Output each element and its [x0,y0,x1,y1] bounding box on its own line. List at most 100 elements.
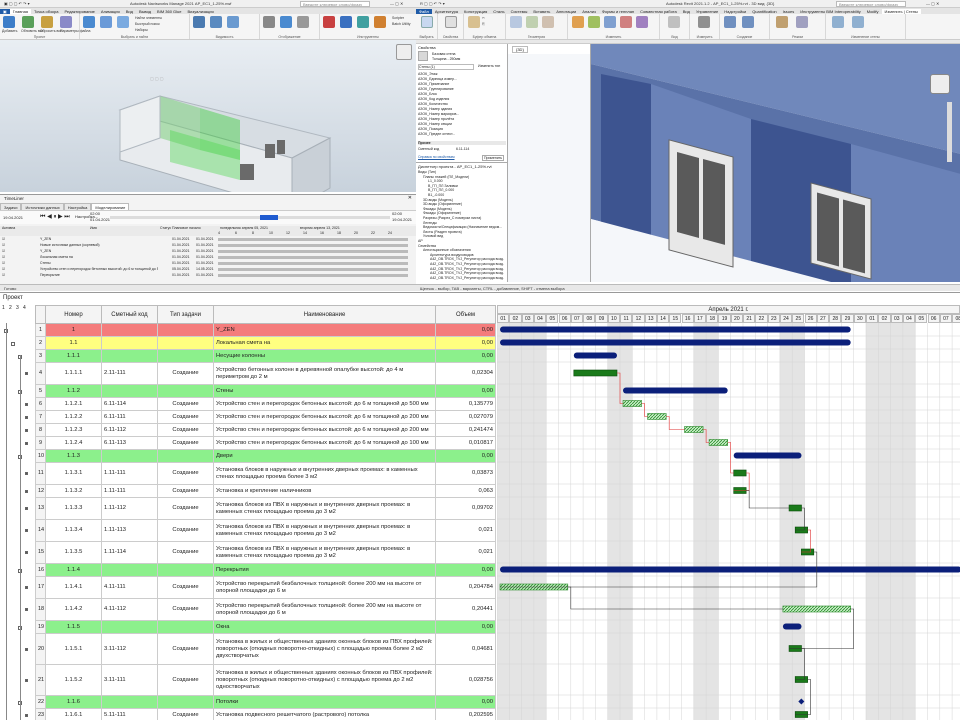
task-number[interactable]: 1.1 [45,336,102,350]
browser-item[interactable]: В_ГП_ПЛ_0.000 [428,188,454,192]
instance-filter-select[interactable]: Стены (1) [418,64,474,70]
viewcube-icon[interactable] [396,44,412,60]
revit-tab-collaborate[interactable]: Совместная работа [637,9,680,14]
task-code[interactable] [101,336,158,350]
revit-tab-modify[interactable]: Modify [864,9,882,14]
task-row[interactable]: 3 1.1.1 Несущие колонны 0,00 [35,349,496,363]
task-volume[interactable]: 0,00 [435,563,496,577]
revit-tab-insert[interactable]: Вставить [530,9,553,14]
task-volume[interactable]: 0,00 [435,349,496,363]
task-row[interactable]: 7 1.1.2.2 6.11-111 Создание Устройство стен … [35,410,496,424]
task-row[interactable]: 23 1.1.6.1 5.11-111 Создание Установка подве… [35,708,496,720]
task-row[interactable]: 14 1.1.3.4 1.11-113 Создание Установка блоко… [35,519,496,542]
task-name[interactable]: Локальная смета на [213,336,436,350]
task-number[interactable]: 1.1.5 [45,620,102,634]
properties-help-link[interactable]: Справка по свойствам [418,155,455,159]
task-volume[interactable]: 0,20441 [435,598,496,621]
revit-tab-massing[interactable]: Формы и генплан [599,9,637,14]
task-type[interactable]: Создание [157,519,214,542]
append-icon[interactable] [3,16,15,28]
task-row[interactable]: 2 1.1 Локальная смета на 0,00 [35,336,496,350]
col-type[interactable]: Тип задачи [157,305,214,324]
task-code[interactable]: 6.11-113 [101,436,158,450]
close-icon[interactable]: ✕ [408,195,412,201]
task-type[interactable]: Создание [157,462,214,485]
task-name[interactable]: Несущие колонны [213,349,436,363]
browser-item[interactable]: А42_OB.TROX_TVJ_Регулятор расхода возд. [430,267,504,271]
revit-3d-viewport[interactable] [590,44,960,282]
quick-find-label[interactable]: Быстрый поиск [135,22,160,26]
property-row[interactable]: АЗОК_Номер здания [418,107,452,111]
property-row[interactable]: АЗОК_Группирование [418,87,454,91]
task-type[interactable]: Создание [157,497,214,520]
properties-icon[interactable] [445,16,457,28]
task-number[interactable]: 1.1.2.3 [45,423,102,437]
task-volume[interactable]: 0,204784 [435,576,496,599]
outline-level-2[interactable]: 2 [9,305,12,311]
clash-detective-icon[interactable] [323,16,335,28]
task-volume[interactable]: 0,021 [435,519,496,542]
task-name[interactable]: Устройство стен и перегородок бетонных в… [213,423,436,437]
navisworks-3d-viewport[interactable]: ▢ ▢ ▢ [0,40,416,192]
task-row[interactable]: 15 1.1.3.5 1.11-114 Создание Установка блоко… [35,541,496,564]
task-row[interactable]: 21 1.1.5.2 3.11-111 Создание Установка в жил… [35,664,496,696]
task-type[interactable] [157,449,214,463]
revit-tab-annotate[interactable]: Аннотации [553,9,579,14]
select-all-icon[interactable] [117,16,129,28]
timeliner-task-row[interactable]: ☑ Устройство стен и перегородок бетонных … [0,267,416,272]
tab-output[interactable]: Вывод [136,9,154,14]
hide-icon[interactable] [193,16,205,28]
sim-slider[interactable] [110,215,390,220]
task-number[interactable]: 1.1.3.5 [45,541,102,564]
task-name[interactable]: Установка блоков в наружных и внутренних… [213,462,436,485]
task-code[interactable] [101,695,158,709]
find-items-label[interactable]: Найти элементы [135,16,162,20]
task-name[interactable]: Потолки [213,695,436,709]
browser-item[interactable]: Планы этажей (ПЛ_Модели) [423,175,469,179]
revit-tab-file[interactable]: Файл [416,8,432,14]
task-code[interactable] [101,563,158,577]
task-code[interactable]: 6.11-112 [101,423,158,437]
reset-all-icon[interactable] [41,16,53,28]
task-number[interactable]: 1.1.2.4 [45,436,102,450]
timeliner-task-row[interactable]: ☑ Перекрытие 01.04.2021 01.04.2021 [0,273,416,278]
revit-tab-architecture[interactable]: Архитектура [432,9,461,14]
tab-review[interactable]: Редактирование [61,9,97,14]
task-volume[interactable]: 0,027079 [435,410,496,424]
measure-icon[interactable] [698,16,710,28]
task-code[interactable]: 1.11-114 [101,541,158,564]
task-volume[interactable]: 0,04681 [435,633,496,665]
align-icon[interactable] [572,16,584,28]
task-name[interactable]: Устройство перекрытий безбалочных толщин… [213,576,436,599]
task-type[interactable] [157,695,214,709]
browser-item[interactable]: 3D-виды (Модель) [423,198,453,202]
task-volume[interactable]: 0,02304 [435,362,496,385]
task-volume[interactable]: 0,028756 [435,664,496,696]
browser-item[interactable]: Фасады (Модель) [423,207,452,211]
task-row[interactable]: 6 1.1.2.1 6.11-114 Создание Устройство стен … [35,397,496,411]
revit-quick-access[interactable]: R ▢ ▢ ↶ ↷ ▾ [420,1,445,6]
task-type[interactable] [157,563,214,577]
task-code[interactable] [101,449,158,463]
task-row[interactable]: 11 1.1.3.1 1.11-111 Создание Установка блоко… [35,462,496,485]
slider-thumb[interactable] [260,215,278,220]
tab-render[interactable]: Визуализация [185,9,217,14]
cut-icon[interactable]: ✂ [482,16,485,20]
browser-item[interactable]: Семейства [418,244,436,248]
task-code[interactable]: 4.11-112 [101,598,158,621]
tab-view[interactable]: Вид [123,9,136,14]
task-code[interactable] [101,620,158,634]
task-code[interactable]: 2.11-111 [101,362,158,385]
property-row[interactable]: АЗОК_Номер пролёта [418,117,454,121]
task-number[interactable]: 1.1.3 [45,449,102,463]
task-number[interactable]: 1.1.6.1 [45,708,102,720]
browser-item[interactable]: 3D-виды (Оформление) [423,202,462,206]
task-volume[interactable]: 0,135779 [435,397,496,411]
navigation-bar[interactable] [947,102,952,162]
rendering-icon[interactable] [374,16,386,28]
active-checkbox[interactable]: ☑ [2,243,5,247]
property-row[interactable]: АЗОК_Количество [418,102,448,106]
browser-item[interactable]: Легенды [423,221,437,225]
task-row[interactable]: 22 1.1.6 Потолки 0,00 [35,695,496,709]
task-name[interactable]: Устройство стен и перегородок бетонных в… [213,436,436,450]
